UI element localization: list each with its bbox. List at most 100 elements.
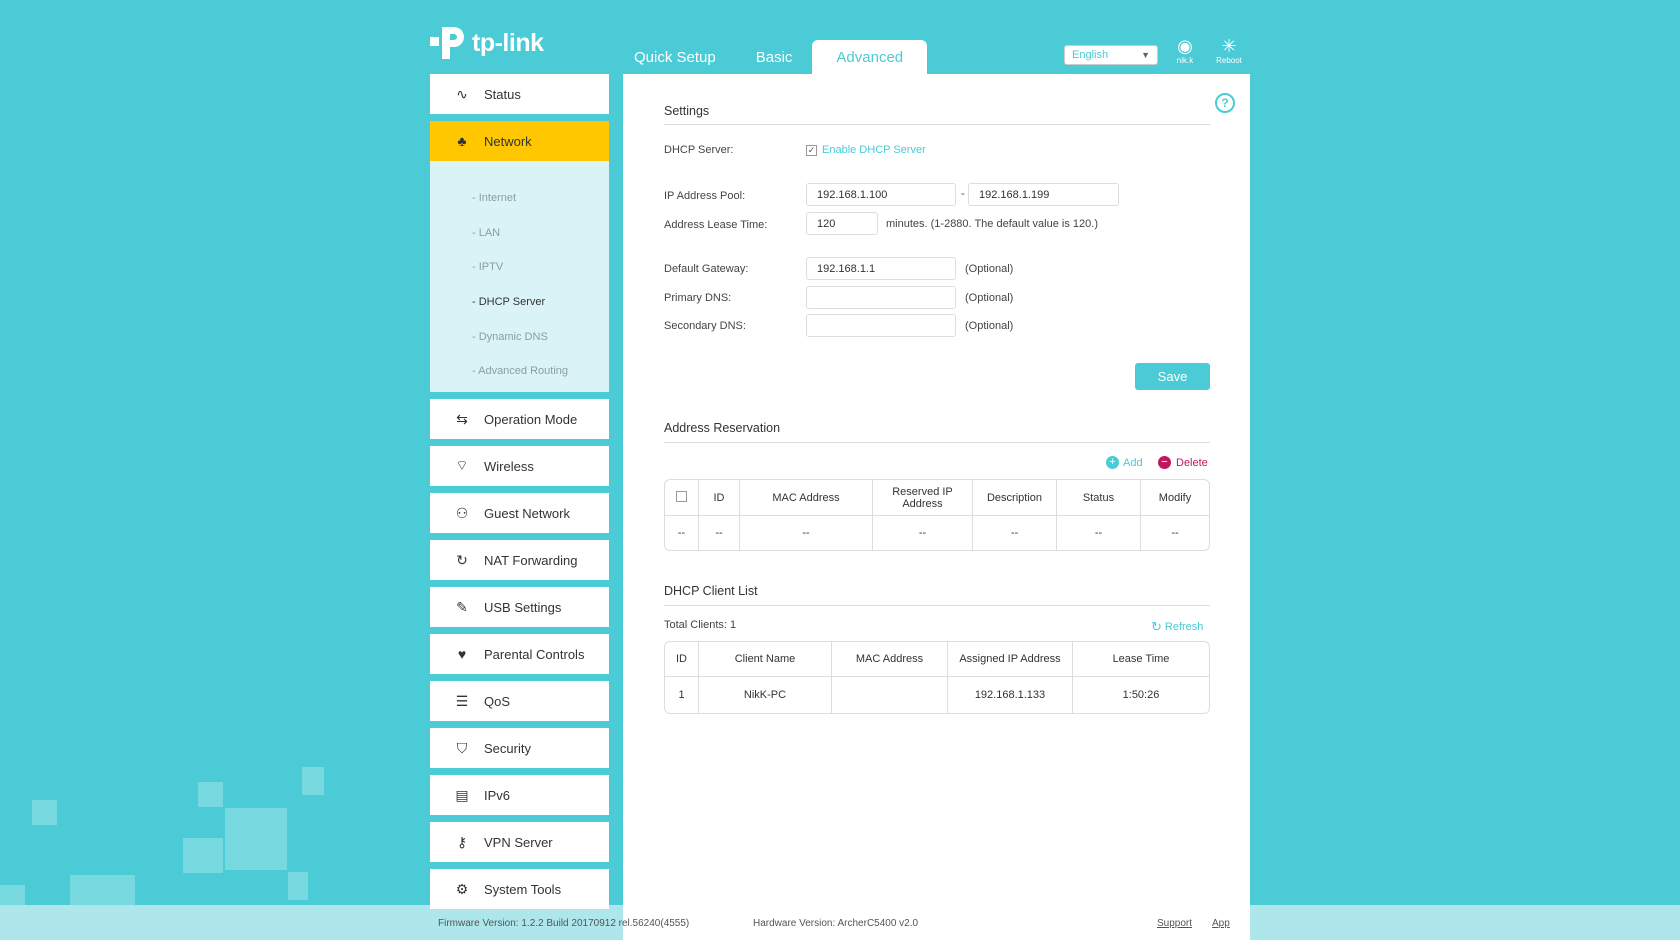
default-gateway-label: Default Gateway: [664,263,749,275]
sidebar-item-usb-settings[interactable]: ✎ USB Settings [430,587,609,627]
refresh-button[interactable]: ↻ Refresh [1151,619,1203,635]
column-header: Status [1057,480,1141,516]
column-header: Lease Time [1073,642,1209,677]
chevron-down-icon: ▼ [1141,50,1150,60]
checkbox-checked-icon: ✓ [806,144,817,156]
submenu-item-internet[interactable]: - Internet [430,181,609,216]
operation-mode-icon: ⇆ [456,410,468,427]
ip-pool-end-input[interactable]: 192.168.1.199 [968,183,1119,206]
table-cell: 192.168.1.133 [948,677,1073,713]
table-cell: -- [1171,527,1179,539]
pulse-icon: ∿ [456,85,468,102]
qos-icon: ☰ [455,692,469,709]
firmware-version: Firmware Version: 1.2.2 Build 20170912 r… [438,918,690,929]
sidebar-item-vpn-server[interactable]: ⚷ VPN Server [430,822,609,862]
wifi-icon: ⌔ [455,457,469,473]
divider [664,442,1210,443]
tab-basic[interactable]: Basic [736,40,813,74]
add-button[interactable]: + Add [1106,456,1143,469]
secondary-dns-label: Secondary DNS: [664,320,746,332]
user-icon: ◉ [1177,36,1193,56]
submenu-item-iptv[interactable]: - IPTV [430,250,609,285]
sidebar-item-qos[interactable]: ☰ QoS [430,681,609,721]
column-header: ID [665,642,699,677]
tp-link-logo-icon [428,23,468,63]
background-decoration [198,782,223,807]
enable-dhcp-label: Enable DHCP Server [822,144,926,156]
app-link[interactable]: App [1212,918,1230,929]
language-value: English [1072,49,1109,61]
default-gateway-input[interactable]: 192.168.1.1 [806,257,956,280]
submenu-item-lan[interactable]: - LAN [430,216,609,251]
delete-button[interactable]: − Delete [1158,456,1208,469]
tp-link-logo[interactable]: tp-link [428,22,544,64]
column-header: MAC Address [832,642,948,677]
support-link[interactable]: Support [1157,918,1192,929]
column-header: ID [699,480,740,516]
select-all-checkbox[interactable] [676,490,687,502]
language-select[interactable]: English ▼ [1064,45,1158,65]
network-icon: ♣ [457,133,467,149]
tab-quick-setup[interactable]: Quick Setup [614,40,736,74]
column-header: Assigned IP Address [948,642,1073,677]
submenu-item-dynamic-dns[interactable]: - Dynamic DNS [430,319,609,354]
sidebar-item-guest-network[interactable]: ⚇ Guest Network [430,493,609,533]
background-decoration [32,800,57,825]
reservation-table: ID MAC Address Reserved IP Address Descr… [664,479,1210,551]
sidebar-item-network[interactable]: ♣ Network [430,121,609,161]
table-cell: NikK-PC [699,677,832,713]
background-decoration [302,767,324,795]
total-clients: Total Clients: 1 [664,619,737,631]
help-icon[interactable]: ? [1215,93,1235,113]
background-decoration [288,872,308,900]
save-button[interactable]: Save [1135,363,1210,390]
lease-time-input[interactable]: 120 [806,212,878,235]
optional-note: (Optional) [965,292,1014,304]
submenu-item-dhcp-server[interactable]: - DHCP Server [430,285,609,320]
nat-icon: ↻ [456,551,468,568]
tab-advanced[interactable]: Advanced [812,40,928,74]
footer: Firmware Version: 1.2.2 Build 20170912 r… [0,905,1680,940]
sidebar-item-parental-controls[interactable]: ♥ Parental Controls [430,634,609,674]
sidebar-item-label: Operation Mode [484,411,578,427]
ip-pool-start-input[interactable]: 192.168.1.100 [806,183,956,206]
table-cell: -- [699,516,740,550]
divider [664,605,1210,606]
table-header-row: ID MAC Address Reserved IP Address Descr… [665,480,1209,516]
sidebar-item-label: Status [484,86,521,102]
top-nav: Quick Setup Basic Advanced [614,40,928,74]
network-submenu: - Internet - LAN - IPTV - DHCP Server - … [430,161,609,392]
usb-icon: ✎ [456,598,468,615]
background-decoration [70,875,135,905]
main-panel: ? Settings DHCP Server: ✓ Enable DHCP Se… [623,74,1250,940]
settings-title: Settings [664,104,710,118]
user-button[interactable]: ◉ nik.k [1167,36,1203,65]
table-cell: 1 [665,677,699,713]
sidebar-item-label: Parental Controls [484,646,585,662]
table-cell: -- [665,516,699,550]
sidebar-item-wireless[interactable]: ⌔ Wireless [430,446,609,486]
sidebar-item-ipv6[interactable]: ▤ IPv6 [430,775,609,815]
primary-dns-input[interactable] [806,286,956,309]
lease-time-label: Address Lease Time: [664,219,768,231]
client-list-title: DHCP Client List [664,584,758,598]
background-decoration [0,885,25,905]
sidebar-item-operation-mode[interactable]: ⇆ Operation Mode [430,399,609,439]
sidebar-item-status[interactable]: ∿ Status [430,74,609,114]
reboot-button[interactable]: ✳ Reboot [1211,36,1247,65]
sidebar-item-system-tools[interactable]: ⚙ System Tools [430,869,609,909]
sidebar-item-security[interactable]: ⛉ Security [430,728,609,768]
sidebar-item-label: QoS [484,693,511,709]
reservation-title: Address Reservation [664,421,781,435]
reboot-icon: ✳ [1221,36,1237,56]
ip-pool-label: IP Address Pool: [664,190,746,202]
sidebar-item-label: VPN Server [484,834,553,850]
sidebar-item-label: IPv6 [484,787,511,803]
sidebar-item-nat-forwarding[interactable]: ↻ NAT Forwarding [430,540,609,580]
enable-dhcp-checkbox[interactable]: ✓ Enable DHCP Server [806,144,926,156]
submenu-item-advanced-routing[interactable]: - Advanced Routing [430,354,609,389]
sidebar: ∿ Status ♣ Network - Internet - LAN - IPTV… [430,74,609,916]
select-all-cell [665,480,699,516]
secondary-dns-input[interactable] [806,314,956,337]
dhcp-server-label: DHCP Server: [664,144,734,156]
